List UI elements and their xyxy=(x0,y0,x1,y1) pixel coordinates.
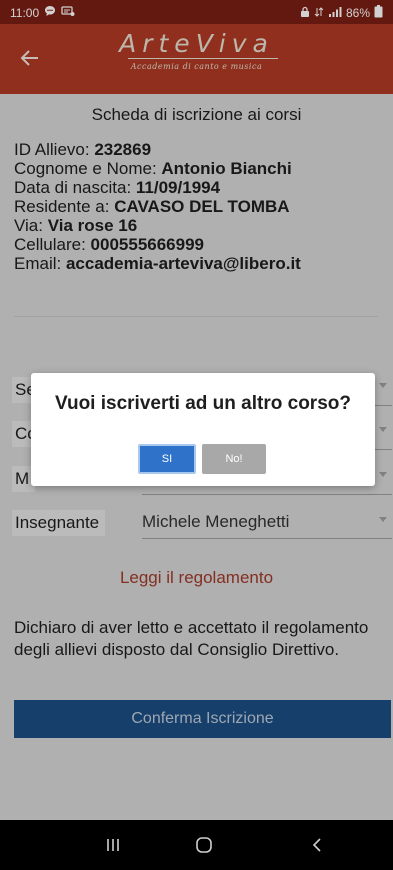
another-course-dialog: Vuoi iscriverti ad un altro corso? SI No… xyxy=(31,373,375,486)
chevron-left-icon xyxy=(312,838,321,852)
system-nav-bar xyxy=(0,820,393,870)
home-button[interactable] xyxy=(174,820,234,870)
home-icon xyxy=(196,837,212,853)
system-back-button[interactable] xyxy=(287,820,347,870)
recent-apps-button[interactable] xyxy=(83,820,143,870)
no-button[interactable]: No! xyxy=(202,444,266,474)
yes-button[interactable]: SI xyxy=(138,444,196,474)
recent-apps-icon xyxy=(107,839,119,851)
dialog-title: Vuoi iscriverti ad un altro corso? xyxy=(55,393,351,414)
